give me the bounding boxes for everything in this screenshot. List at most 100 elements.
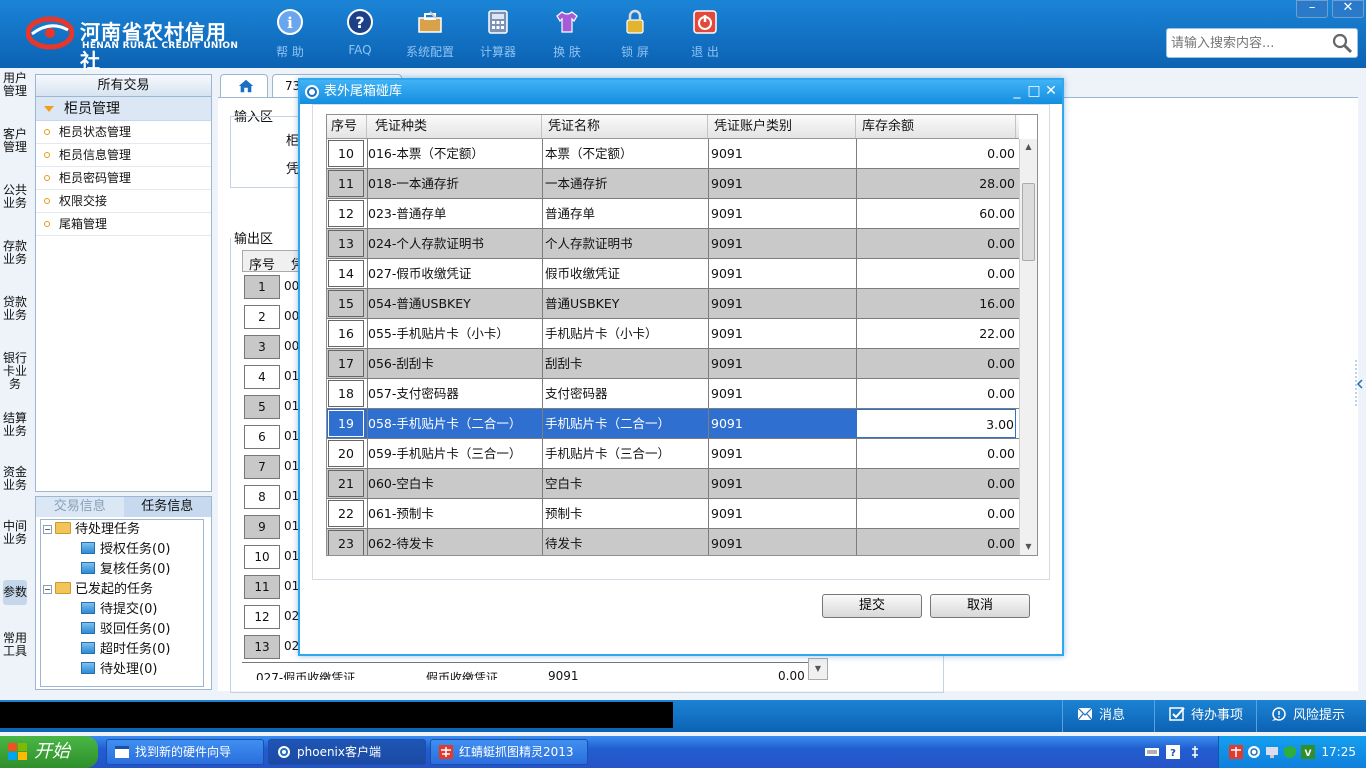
cell-balance[interactable]: 22.00 (856, 319, 1016, 348)
cell-balance[interactable]: 60.00 (856, 199, 1016, 228)
scroll-down-arrow-icon[interactable]: ▼ (808, 658, 828, 680)
table-row[interactable]: 16 055-手机贴片卡（小卡） 手机贴片卡（小卡） 9091 22.00 (327, 319, 1019, 349)
cell-name[interactable]: 待发卡 (542, 529, 708, 555)
vnav-intermediary[interactable]: 中间业务 (3, 520, 27, 546)
cell-kind[interactable]: 027-假币收缴凭证 (367, 259, 542, 288)
cell-kind[interactable]: 023-普通存单 (367, 199, 542, 228)
table-row[interactable]: 11 018-一本通存折 一本通存折 9091 28.00 (327, 169, 1019, 199)
home-tab[interactable] (220, 74, 268, 98)
dialog-maximize-button[interactable]: □ (1027, 83, 1041, 99)
tab-transaction-info[interactable]: 交易信息 (36, 497, 124, 517)
cell-balance[interactable]: 0.00 (856, 229, 1016, 258)
cell-balance-editing[interactable]: 3.00 (856, 409, 1016, 438)
menu-item-permission-handover[interactable]: 权限交接 (36, 190, 211, 213)
tree-node-auth[interactable]: 授权任务(0) (81, 540, 170, 560)
dialog-titlebar[interactable]: 表外尾箱碰库 _ □ ✕ (300, 80, 1062, 104)
vnav-tools[interactable]: 常用工具 (3, 632, 27, 658)
taskbar-item-hardware-wizard[interactable]: 找到新的硬件向导 (106, 739, 264, 765)
cell-name[interactable]: 手机贴片卡（二合一） (542, 409, 708, 438)
menu-item-teller-status[interactable]: 柜员状态管理 (36, 121, 211, 144)
cell-kind[interactable]: 016-本票（不定额） (367, 139, 542, 168)
vnav-user-mgmt[interactable]: 用户管理 (3, 72, 27, 98)
dragonfly-tray-icon[interactable] (1229, 745, 1243, 759)
cell-kind[interactable]: 061-预制卡 (367, 499, 542, 528)
dialog-close-button[interactable]: ✕ (1044, 83, 1058, 99)
table-row[interactable]: 14 027-假币收缴凭证 假币收缴凭证 9091 0.00 (327, 259, 1019, 289)
table-row[interactable]: 18 057-支付密码器 支付密码器 9091 0.00 (327, 379, 1019, 409)
submit-button[interactable]: 提交 (822, 594, 922, 618)
taskbar-item-phoenix[interactable]: phoenix客户端 (268, 739, 426, 765)
cell-kind[interactable]: 057-支付密码器 (367, 379, 542, 408)
cell-account-type[interactable]: 9091 (708, 499, 856, 528)
cell-name[interactable]: 假币收缴凭证 (542, 259, 708, 288)
cell-account-type[interactable]: 9091 (708, 139, 856, 168)
minimize-button[interactable]: – (1296, 0, 1329, 18)
cell-balance[interactable]: 0.00 (856, 499, 1016, 528)
cell-balance[interactable]: 0.00 (856, 529, 1016, 555)
todo-button[interactable]: 待办事项 (1154, 700, 1256, 732)
clock[interactable]: 17:25 (1321, 736, 1356, 768)
cell-name[interactable]: 一本通存折 (542, 169, 708, 198)
table-row[interactable]: 21 060-空白卡 空白卡 9091 0.00 (327, 469, 1019, 499)
cell-kind[interactable]: 055-手机贴片卡（小卡） (367, 319, 542, 348)
tree-node-rejected[interactable]: 驳回任务(0) (81, 620, 170, 640)
menu-item-teller-info[interactable]: 柜员信息管理 (36, 144, 211, 167)
cell-balance[interactable]: 0.00 (856, 139, 1016, 168)
tree-node-initiated[interactable]: − 已发起的任务 (43, 580, 153, 600)
cell-account-type[interactable]: 9091 (708, 379, 856, 408)
cell-balance[interactable]: 0.00 (856, 349, 1016, 378)
risk-alert-button[interactable]: 风险提示 (1256, 700, 1366, 732)
tab-task-info[interactable]: 任务信息 (123, 497, 211, 517)
search-box[interactable] (1166, 28, 1358, 58)
security-tray-icon[interactable]: V (1301, 745, 1315, 759)
scroll-down-arrow-icon[interactable]: ▼ (1020, 539, 1037, 555)
cell-account-type[interactable]: 9091 (708, 199, 856, 228)
taskbar-item-screenshot-tool[interactable]: 红蜻蜓抓图精灵2013 (430, 739, 588, 765)
cell-account-type[interactable]: 9091 (708, 259, 856, 288)
cell-kind[interactable]: 060-空白卡 (367, 469, 542, 498)
start-button[interactable]: 开始 (0, 736, 98, 768)
network-icon[interactable] (1247, 745, 1261, 759)
cell-name[interactable]: 本票（不定额） (542, 139, 708, 168)
cell-name[interactable]: 预制卡 (542, 499, 708, 528)
all-transactions-header[interactable]: 所有交易 (36, 75, 211, 97)
cell-kind[interactable]: 059-手机贴片卡（三合一） (367, 439, 542, 468)
lock-screen-button[interactable]: 锁 屏 (607, 8, 663, 60)
help-tray-icon[interactable]: ? (1166, 745, 1180, 759)
system-config-button[interactable]: 系统配置 (402, 8, 458, 60)
help-button[interactable]: i 帮 助 (262, 8, 318, 60)
cell-balance[interactable]: 0.00 (856, 379, 1016, 408)
collapse-icon[interactable]: − (43, 585, 52, 594)
dialog-minimize-button[interactable]: _ (1010, 83, 1024, 99)
scroll-up-arrow-icon[interactable]: ▲ (1020, 139, 1037, 155)
cell-kind[interactable]: 058-手机贴片卡（二合一） (367, 409, 542, 438)
cell-balance[interactable]: 16.00 (856, 289, 1016, 318)
cell-name[interactable]: 个人存款证明书 (542, 229, 708, 258)
table-row-selected[interactable]: 19 058-手机贴片卡（二合一） 手机贴片卡（二合一） 9091 3.00 (327, 409, 1019, 439)
close-button[interactable]: ✕ (1332, 0, 1364, 18)
vnav-funds[interactable]: 资金业务 (3, 466, 27, 492)
vnav-params[interactable]: 参数 (3, 580, 27, 605)
grid-scrollbar[interactable]: ▲ ▼ (1019, 139, 1037, 555)
cell-name[interactable]: 手机贴片卡（小卡） (542, 319, 708, 348)
search-input[interactable] (1167, 29, 1327, 57)
keyboard-icon[interactable] (1145, 745, 1159, 759)
vnav-customer-mgmt[interactable]: 客户管理 (3, 128, 27, 154)
settings-tray-icon[interactable] (1188, 745, 1202, 759)
cell-account-type[interactable]: 9091 (708, 439, 856, 468)
table-row[interactable]: 17 056-刮刮卡 刮刮卡 9091 0.00 (327, 349, 1019, 379)
table-row[interactable]: 20 059-手机贴片卡（三合一） 手机贴片卡（三合一） 9091 0.00 (327, 439, 1019, 469)
collapse-right-icon[interactable] (1354, 360, 1364, 408)
table-row[interactable]: 13 024-个人存款证明书 个人存款证明书 9091 0.00 (327, 229, 1019, 259)
table-row[interactable]: 12 023-普通存单 普通存单 9091 60.00 (327, 199, 1019, 229)
change-skin-button[interactable]: 换 肤 (539, 8, 595, 60)
vnav-bank-card[interactable]: 银行卡业务 (3, 352, 27, 391)
cell-account-type[interactable]: 9091 (708, 229, 856, 258)
teller-mgmt-group[interactable]: 柜员管理 (36, 97, 211, 121)
menu-item-teller-password[interactable]: 柜员密码管理 (36, 167, 211, 190)
cancel-button[interactable]: 取消 (930, 594, 1030, 618)
cell-name[interactable]: 空白卡 (542, 469, 708, 498)
vnav-settlement[interactable]: 结算业务 (3, 412, 27, 438)
tree-node-review[interactable]: 复核任务(0) (81, 560, 170, 580)
cell-balance[interactable]: 28.00 (856, 169, 1016, 198)
